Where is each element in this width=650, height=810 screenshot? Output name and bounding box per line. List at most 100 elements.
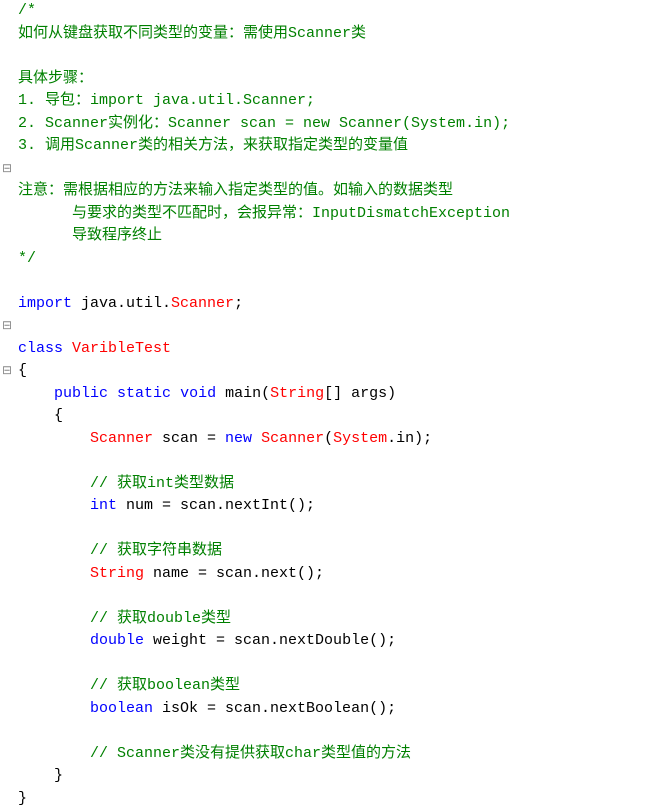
token-plain	[18, 745, 90, 762]
code-line	[18, 518, 650, 541]
token-sys: Scanner	[261, 430, 324, 447]
code-line: class VaribleTest	[18, 338, 650, 361]
fold-gutter: ⊟ ⊟ ⊟	[0, 0, 14, 810]
code-line: 3. 调用Scanner类的相关方法，来获取指定类型的变量值	[18, 135, 650, 158]
token-plain: java.util.	[72, 295, 171, 312]
token-plain	[18, 700, 90, 717]
token-plain	[108, 385, 117, 402]
token-comment: /*	[18, 2, 36, 19]
token-keyword: void	[180, 385, 216, 402]
gutter-blank	[0, 405, 12, 428]
token-comment: 2. Scanner实例化：Scanner scan = new Scanner…	[18, 115, 510, 132]
token-plain: {	[18, 362, 27, 379]
gutter-blank	[0, 45, 12, 68]
token-plain: scan =	[153, 430, 225, 447]
token-plain	[18, 385, 54, 402]
gutter-blank	[0, 68, 12, 91]
gutter-blank	[0, 698, 12, 721]
token-comment: 与要求的类型不匹配时，会报异常：InputDismatchException	[18, 205, 510, 222]
code-line: String name = scan.next();	[18, 563, 650, 586]
code-editor: ⊟ ⊟ ⊟ /* 如何从键盘获取不同类型的变量：需使用Scanner类 具体步骤：1.…	[0, 0, 650, 810]
token-comment: // Scanner类没有提供获取char类型值的方法	[90, 745, 411, 762]
gutter-blank	[0, 720, 12, 743]
gutter-blank	[0, 630, 12, 653]
gutter-blank	[0, 450, 12, 473]
token-keyword: public	[54, 385, 108, 402]
code-line: // 获取double类型	[18, 608, 650, 631]
token-plain	[18, 542, 90, 559]
token-keyword: double	[90, 632, 144, 649]
code-line: */	[18, 248, 650, 271]
code-line: 注意：需根据相应的方法来输入指定类型的值。如输入的数据类型	[18, 180, 650, 203]
token-plain	[252, 430, 261, 447]
gutter-blank	[0, 518, 12, 541]
gutter-blank	[0, 495, 12, 518]
token-sys: String	[270, 385, 324, 402]
code-line: Scanner scan = new Scanner(System.in);	[18, 428, 650, 451]
token-plain	[18, 497, 90, 514]
gutter-blank	[0, 428, 12, 451]
gutter-blank	[0, 563, 12, 586]
token-comment: */	[18, 250, 36, 267]
gutter-blank	[0, 675, 12, 698]
code-line	[18, 270, 650, 293]
token-plain	[18, 475, 90, 492]
code-line: }	[18, 788, 650, 810]
token-comment: 如何从键盘获取不同类型的变量：需使用Scanner类	[18, 25, 366, 42]
token-plain	[18, 430, 90, 447]
token-comment: // 获取boolean类型	[90, 677, 240, 694]
code-line: // 获取int类型数据	[18, 473, 650, 496]
token-plain	[18, 565, 90, 582]
code-line	[18, 158, 650, 181]
token-comment: // 获取int类型数据	[90, 475, 234, 492]
gutter-blank	[0, 293, 12, 316]
code-area: /* 如何从键盘获取不同类型的变量：需使用Scanner类 具体步骤：1. 导包：…	[14, 0, 650, 810]
code-line: {	[18, 360, 650, 383]
gutter-blank	[0, 608, 12, 631]
code-line: // 获取boolean类型	[18, 675, 650, 698]
code-line: double weight = scan.nextDouble();	[18, 630, 650, 653]
token-sys: String	[90, 565, 144, 582]
code-line: // 获取字符串数据	[18, 540, 650, 563]
token-plain: {	[18, 407, 63, 424]
gutter-blank	[0, 135, 12, 158]
gutter-blank	[0, 23, 12, 46]
gutter-blank	[0, 473, 12, 496]
fold-marker-icon[interactable]: ⊟	[0, 315, 12, 338]
token-keyword: int	[90, 497, 117, 514]
gutter-blank	[0, 270, 12, 293]
token-comment: // 获取double类型	[90, 610, 231, 627]
token-keyword: class	[18, 340, 63, 357]
token-plain	[63, 340, 72, 357]
fold-marker-icon[interactable]: ⊟	[0, 158, 12, 181]
code-line	[18, 653, 650, 676]
code-line	[18, 585, 650, 608]
token-comment: 导致程序终止	[18, 227, 162, 244]
token-plain: num = scan.nextInt();	[117, 497, 315, 514]
code-line: 具体步骤：	[18, 68, 650, 91]
token-comment: 1. 导包：import java.util.Scanner;	[18, 92, 315, 109]
code-line: 导致程序终止	[18, 225, 650, 248]
fold-marker-icon[interactable]: ⊟	[0, 360, 12, 383]
token-keyword: static	[117, 385, 171, 402]
gutter-blank	[0, 383, 12, 406]
code-line: /*	[18, 0, 650, 23]
gutter-blank	[0, 90, 12, 113]
gutter-blank	[0, 113, 12, 136]
code-line: 2. Scanner实例化：Scanner scan = new Scanner…	[18, 113, 650, 136]
gutter-blank	[0, 338, 12, 361]
token-plain: [] args)	[324, 385, 396, 402]
code-line	[18, 45, 650, 68]
token-plain: ;	[234, 295, 243, 312]
gutter-blank	[0, 540, 12, 563]
code-line: import java.util.Scanner;	[18, 293, 650, 316]
code-line	[18, 315, 650, 338]
token-plain	[18, 610, 90, 627]
code-line: 如何从键盘获取不同类型的变量：需使用Scanner类	[18, 23, 650, 46]
code-line: boolean isOk = scan.nextBoolean();	[18, 698, 650, 721]
gutter-blank	[0, 225, 12, 248]
code-line: 与要求的类型不匹配时，会报异常：InputDismatchException	[18, 203, 650, 226]
token-comment: 注意：需根据相应的方法来输入指定类型的值。如输入的数据类型	[18, 182, 453, 199]
token-plain	[18, 632, 90, 649]
token-plain: }	[18, 790, 27, 807]
